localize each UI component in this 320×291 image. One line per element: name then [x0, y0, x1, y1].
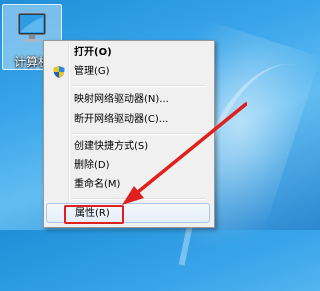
red-arrow-annotation	[122, 102, 247, 205]
